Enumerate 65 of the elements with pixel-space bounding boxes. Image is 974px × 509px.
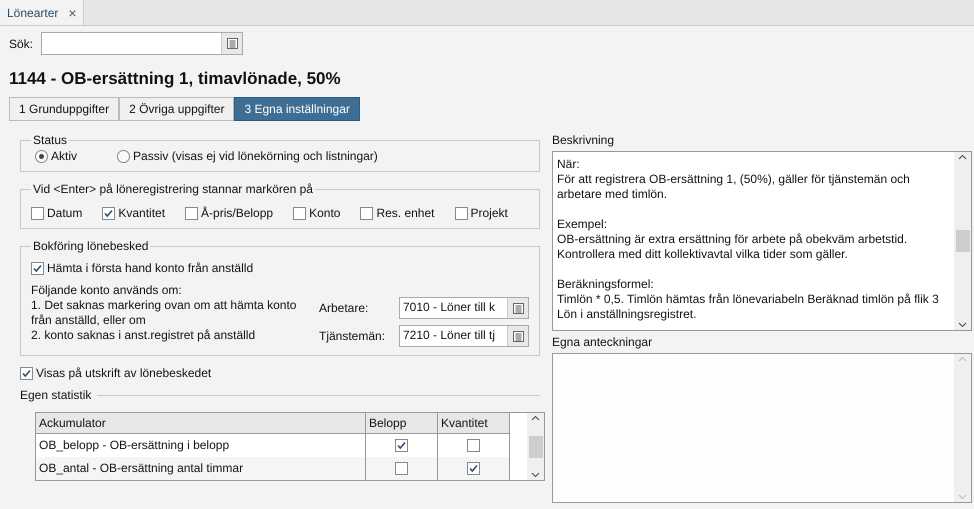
checkbox[interactable] bbox=[20, 366, 33, 380]
note-text: Följande konto används om: bbox=[31, 283, 183, 298]
checkbox[interactable] bbox=[467, 462, 480, 475]
account-label: Tjänstemän: bbox=[319, 329, 386, 343]
document-tab[interactable]: Lönearter × bbox=[0, 0, 84, 25]
checkbox-label: Konto bbox=[309, 206, 340, 220]
checkbox-label: Res. enhet bbox=[376, 206, 434, 220]
field-label: Beskrivning bbox=[552, 133, 616, 147]
tab[interactable]: 1 Grunduppgifter bbox=[9, 97, 120, 121]
tab[interactable]: 2 Övriga uppgifter bbox=[119, 97, 234, 121]
checkbox-label: Kvantitet bbox=[118, 206, 166, 220]
list-icon bbox=[512, 330, 524, 342]
checkbox-label: Hämta i första hand konto från anställd bbox=[47, 261, 254, 275]
group-label: Bokföring lönebesked bbox=[32, 239, 150, 253]
radio-button[interactable] bbox=[117, 150, 130, 162]
checkbox-label: Datum bbox=[47, 206, 82, 220]
checkbox[interactable] bbox=[293, 206, 306, 220]
note-text: 2. konto saknas i anst.registret på anställd bbox=[31, 328, 256, 343]
checkbox[interactable] bbox=[360, 206, 374, 220]
table-cell: OB_antal - OB-ersättning antal timmar bbox=[36, 457, 366, 480]
scrollbar[interactable] bbox=[954, 152, 971, 330]
field-label: Egna anteckningar bbox=[552, 335, 654, 349]
note-text: 1. Det saknas markering ovan om att hämta konto från anställd, eller om bbox=[31, 298, 298, 328]
scroll-thumb[interactable] bbox=[956, 230, 970, 252]
page-title: 1144 - OB-ersättning 1, timavlönade, 50% bbox=[9, 69, 342, 89]
description-paragraph: När: För att registrera OB-ersättning 1, (50%), gäller för tjänstemän och arbetare med timlön. bbox=[557, 157, 911, 202]
group-label: Vid <Enter> på löneregistrering stannar markören på bbox=[32, 182, 314, 196]
description-paragraph: Beräkningsformel: Timlön * 0,5. Timlön hämtas från lönevariabeln Beräknad timlön på flik 3 Lön i anställningsregistret. bbox=[557, 277, 940, 322]
account-field[interactable]: 7210 - Löner till tj bbox=[399, 325, 529, 347]
column-header[interactable]: Ackumulator bbox=[36, 413, 366, 434]
scroll-down-icon[interactable] bbox=[531, 472, 540, 478]
checkbox-label: Projekt bbox=[470, 206, 508, 220]
radio-label: Passiv (visas ej vid lönekörning och listningar) bbox=[133, 149, 378, 163]
scroll-down-icon[interactable] bbox=[958, 322, 967, 328]
close-icon[interactable]: × bbox=[68, 4, 77, 20]
checkbox[interactable] bbox=[31, 262, 44, 274]
checkbox[interactable] bbox=[185, 206, 198, 220]
column-header[interactable]: Kvantitet bbox=[438, 413, 510, 434]
checkbox[interactable] bbox=[395, 439, 408, 452]
scroll-up-icon[interactable] bbox=[958, 154, 967, 160]
list-icon bbox=[226, 38, 238, 49]
search-label: Sök: bbox=[9, 36, 34, 50]
section-heading: Egen statistik bbox=[20, 388, 92, 402]
radio-label: Aktiv bbox=[51, 149, 78, 163]
checkbox[interactable] bbox=[395, 462, 408, 475]
checkbox-label: Å-pris/Belopp bbox=[201, 206, 274, 220]
account-field[interactable]: 7010 - Löner till k bbox=[399, 297, 529, 319]
description-paragraph: Exempel: OB-ersättning är extra ersättning för arbete på obekväm arbetstid. Kontrollera med ditt kollektivavtal vilka tider som gäller. bbox=[557, 217, 908, 262]
checkbox[interactable] bbox=[31, 206, 44, 220]
tab[interactable]: 3 Egna inställningar bbox=[234, 97, 360, 121]
column-header[interactable]: Belopp bbox=[366, 413, 438, 434]
description-box[interactable] bbox=[552, 151, 972, 331]
checkbox[interactable] bbox=[467, 439, 480, 452]
notes-field[interactable] bbox=[552, 353, 972, 503]
list-icon bbox=[512, 302, 524, 314]
scroll-up-icon[interactable] bbox=[531, 415, 540, 421]
checkbox-label: Visas på utskrift av lönebeskedet bbox=[36, 366, 212, 380]
scroll-thumb[interactable] bbox=[528, 436, 542, 458]
group-label: Status bbox=[32, 133, 68, 147]
radio-button[interactable] bbox=[35, 150, 48, 162]
checkbox[interactable] bbox=[454, 206, 468, 220]
search-field[interactable] bbox=[41, 32, 244, 55]
account-label: Arbetare: bbox=[319, 301, 370, 315]
checkbox[interactable] bbox=[102, 206, 116, 220]
scrollbar[interactable] bbox=[527, 413, 544, 480]
